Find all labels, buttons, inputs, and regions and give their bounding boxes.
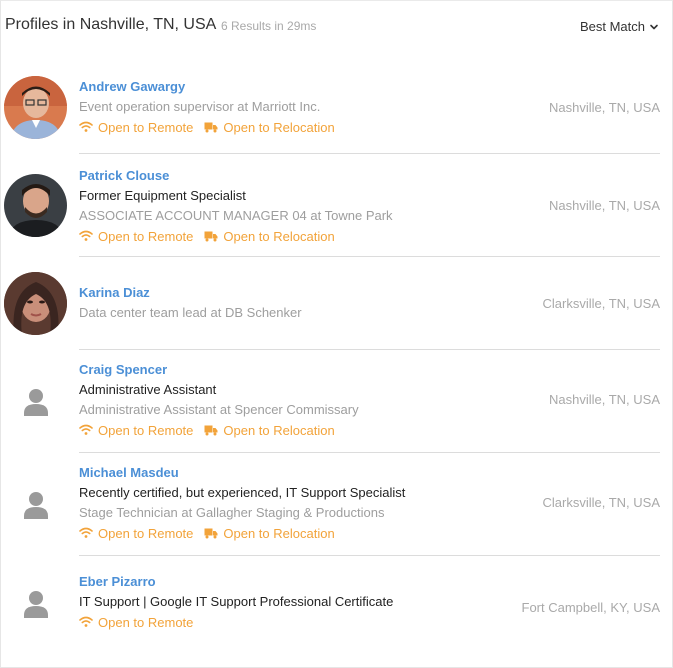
profile-subtitle: Stage Technician at Gallagher Staging & … <box>79 505 385 520</box>
profile-location: Nashville, TN, USA <box>548 392 660 407</box>
avatar[interactable] <box>4 272 67 335</box>
profile-location: Clarksville, TN, USA <box>542 495 660 510</box>
wifi-icon <box>79 121 93 132</box>
profile-location: Nashville, TN, USA <box>548 100 660 115</box>
profile-row[interactable]: Karina Diaz Data center team lead at DB … <box>0 257 671 350</box>
wifi-icon <box>79 616 93 627</box>
profile-headline: IT Support | Google IT Support Professio… <box>79 594 394 609</box>
user-placeholder-icon <box>24 492 48 519</box>
sort-dropdown[interactable]: Best Match <box>580 19 659 34</box>
profile-row[interactable]: Craig Spencer Administrative Assistant A… <box>0 350 671 453</box>
avatar-photo <box>4 174 67 237</box>
wifi-icon <box>79 424 93 435</box>
avatar-photo <box>4 76 67 139</box>
user-placeholder-icon <box>24 389 48 416</box>
truck-icon <box>204 231 218 242</box>
profile-subtitle: Event operation supervisor at Marriott I… <box>79 99 321 114</box>
profile-subtitle: Data center team lead at DB Schenker <box>79 305 302 320</box>
user-placeholder-icon <box>24 591 48 618</box>
tag-open-to-remote: Open to Remote <box>79 423 193 438</box>
profile-row[interactable]: Eber Pizarro IT Support | Google IT Supp… <box>0 556 671 656</box>
profile-name[interactable]: Michael Masdeu <box>79 463 405 483</box>
chevron-down-icon <box>650 24 658 29</box>
profile-name[interactable]: Craig Spencer <box>79 360 359 380</box>
tag-open-to-relocation: Open to Relocation <box>204 228 335 244</box>
profile-tags: Open to Remote Open to Relocation <box>79 420 359 440</box>
profile-location: Nashville, TN, USA <box>548 198 660 213</box>
page-title: Profiles in Nashville, TN, USA <box>5 16 217 33</box>
profile-name[interactable]: Eber Pizarro <box>79 572 393 592</box>
avatar[interactable] <box>4 174 67 237</box>
avatar[interactable] <box>4 370 67 433</box>
wifi-icon <box>79 230 93 241</box>
profile-name[interactable]: Patrick Clouse <box>79 166 393 186</box>
tag-label: Open to Remote <box>98 525 194 541</box>
tag-label: Open to Relocation <box>223 525 335 541</box>
truck-icon <box>204 528 218 539</box>
tag-label: Open to Relocation <box>223 228 335 244</box>
truck-icon <box>204 425 218 436</box>
profile-tags: Open to Remote Open to Relocation <box>79 523 405 543</box>
profile-name[interactable]: Karina Diaz <box>79 283 302 303</box>
tag-open-to-relocation: Open to Relocation <box>204 119 335 135</box>
avatar[interactable] <box>4 572 67 635</box>
tag-open-to-relocation: Open to Relocation <box>204 525 335 541</box>
profile-tags: Open to Remote Open to Relocation <box>79 226 393 246</box>
sort-label: Best Match <box>579 19 645 34</box>
profile-tags: Open to Remote <box>79 612 393 632</box>
profile-location: Clarksville, TN, USA <box>542 296 660 311</box>
profile-row[interactable]: Andrew Gawargy Event operation superviso… <box>0 52 671 154</box>
tag-open-to-remote: Open to Remote <box>79 120 193 135</box>
results-header: Profiles in Nashville, TN, USA 6 Results… <box>0 0 671 52</box>
tag-open-to-relocation: Open to Relocation <box>204 422 335 438</box>
wifi-icon <box>79 527 93 538</box>
tag-label: Open to Remote <box>98 119 194 135</box>
tag-open-to-remote: Open to Remote <box>79 615 193 630</box>
avatar[interactable] <box>4 76 67 139</box>
tag-label: Open to Relocation <box>223 119 335 135</box>
profile-headline: Recently certified, but experienced, IT … <box>79 485 406 500</box>
profile-location: Fort Campbell, KY, USA <box>521 600 660 615</box>
profile-row[interactable]: Patrick Clouse Former Equipment Speciali… <box>0 154 671 257</box>
results-count: 6 Results in 29ms <box>221 19 317 33</box>
profile-subtitle: ASSOCIATE ACCOUNT MANAGER 04 at Towne Pa… <box>79 208 393 223</box>
profile-row[interactable]: Michael Masdeu Recently certified, but e… <box>0 453 671 556</box>
profile-list: Andrew Gawargy Event operation superviso… <box>0 52 671 656</box>
profile-subtitle: Administrative Assistant at Spencer Comm… <box>79 402 359 417</box>
truck-icon <box>204 122 218 133</box>
profile-headline: Administrative Assistant <box>79 382 217 397</box>
tag-label: Open to Remote <box>98 422 194 438</box>
profile-name[interactable]: Andrew Gawargy <box>79 77 346 97</box>
tag-label: Open to Relocation <box>223 422 335 438</box>
profile-tags: Open to Remote Open to Relocation <box>79 117 346 137</box>
tag-label: Open to Remote <box>98 228 194 244</box>
avatar[interactable] <box>4 473 67 536</box>
tag-open-to-remote: Open to Remote <box>79 526 193 541</box>
tag-open-to-remote: Open to Remote <box>79 229 193 244</box>
avatar-photo <box>4 272 67 335</box>
tag-label: Open to Remote <box>98 614 194 630</box>
profile-headline: Former Equipment Specialist <box>79 188 246 203</box>
